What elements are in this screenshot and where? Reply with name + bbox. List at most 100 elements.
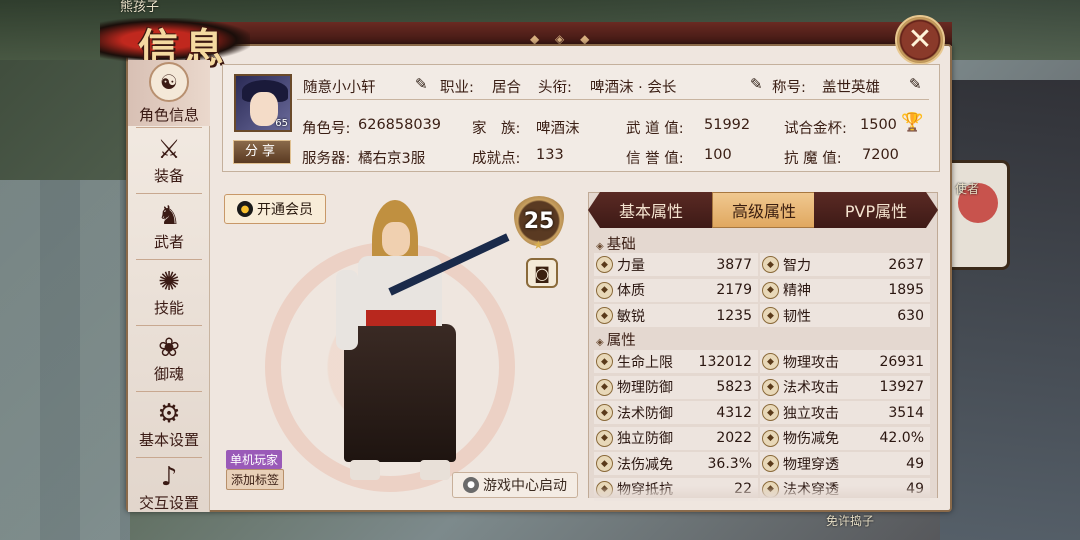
tab-basic-attributes[interactable]: 基本属性 <box>588 192 714 228</box>
family-label: 家 族: <box>472 121 521 137</box>
stat-value: 13927 <box>879 379 924 395</box>
sidebar: ☯ 角色信息 ⚔ 装备 ♞ 武者 ✺ 技能 ❀ 御魂 ⚙ 基本设置 ♪ 交互设置 <box>128 60 210 512</box>
stat-item[interactable]: ◆ 力量 3877 <box>594 253 758 276</box>
stat-item[interactable]: ◆ 物理攻击 26931 <box>760 350 930 373</box>
cup-label: 试合金杯: <box>784 121 847 137</box>
stat-row: ◆ 法伤减免 36.3% ◆ 物理穿透 49 <box>594 452 930 475</box>
character-hakama <box>344 324 456 462</box>
stat-icon: ◆ <box>762 353 779 370</box>
add-tag-button[interactable]: 添加标签 <box>226 469 285 490</box>
avatar[interactable]: 65 <box>234 74 292 132</box>
stat-value: 132012 <box>698 353 752 370</box>
stat-icon: ◆ <box>596 353 613 370</box>
sidebar-item-equipment[interactable]: ⚔ 装备 <box>128 128 210 194</box>
section-attributes-title: 属性 <box>606 333 636 349</box>
stat-name: 法术攻击 <box>783 380 839 396</box>
section-basic-title: 基础 <box>606 237 636 253</box>
character-model[interactable] <box>330 200 510 490</box>
trophy-icon[interactable]: 🏆 <box>901 112 923 133</box>
id-value: 626858039 <box>358 117 442 133</box>
stat-item[interactable]: ◆ 法术攻击 13927 <box>760 375 930 399</box>
stat-item[interactable]: ◆ 韧性 630 <box>760 304 930 327</box>
server-label: 服务器: <box>302 151 351 167</box>
stat-value: 2179 <box>716 282 752 298</box>
stat-name: 独立攻击 <box>783 405 839 422</box>
stat-name: 精神 <box>783 283 811 299</box>
stat-name: 独立防御 <box>617 431 673 447</box>
npc-name-label: 使者 <box>955 182 980 196</box>
window-title: 信息 <box>100 8 250 72</box>
sidebar-item-character[interactable]: ☯ 角色信息 <box>128 60 210 126</box>
stat-item[interactable]: ◆ 敏锐 1235 <box>594 304 758 327</box>
rank-label: 头衔: <box>538 80 572 96</box>
stat-value: 36.3% <box>707 455 752 472</box>
stat-name: 法伤减免 <box>617 456 673 473</box>
edit-name-icon[interactable]: ✎ <box>415 75 428 93</box>
stat-value: 4312 <box>716 404 752 421</box>
achieve-value: 133 <box>536 147 564 163</box>
section-attributes: ◈ 属性 <box>596 329 636 350</box>
stat-value: 1895 <box>888 282 924 298</box>
honor-value: 100 <box>704 147 732 163</box>
id-label: 角色号: <box>302 121 351 137</box>
rank-value: 啤酒沫 · 会长 <box>590 80 677 96</box>
stat-row: ◆ 体质 2179 ◆ 精神 1895 <box>594 278 930 302</box>
stat-name: 体质 <box>617 283 645 299</box>
stat-value: 49 <box>906 455 924 472</box>
wudao-value: 51992 <box>704 117 751 133</box>
stat-name: 智力 <box>783 257 811 274</box>
stat-icon: ◆ <box>596 256 613 273</box>
stat-item[interactable]: ◆ 智力 2637 <box>760 253 930 276</box>
stat-item[interactable]: ◆ 独立防御 2022 <box>594 426 758 450</box>
character-arm <box>336 270 358 350</box>
sidebar-item-label: 装备 <box>153 166 184 185</box>
stat-icon: ◆ <box>596 378 613 396</box>
stat-icon: ◆ <box>762 429 779 447</box>
sidebar-item-soul[interactable]: ❀ 御魂 <box>128 326 210 392</box>
stat-item[interactable]: ◆ 物理穿透 49 <box>760 452 930 475</box>
stat-row: ◆ 生命上限 132012 ◆ 物理攻击 26931 <box>594 350 930 373</box>
stat-icon: ◆ <box>596 429 613 447</box>
character-belt <box>366 310 436 326</box>
level-value: 25 <box>523 208 555 234</box>
stat-item[interactable]: ◆ 物伤减免 42.0% <box>760 426 930 450</box>
stat-item[interactable]: ◆ 物理防御 5823 <box>594 375 758 399</box>
sidebar-item-interaction[interactable]: ♪ 交互设置 <box>128 458 210 512</box>
gear-icon: ⚙ <box>157 398 181 429</box>
stat-icon: ◆ <box>762 307 779 324</box>
vip-button-label: 开通会员 <box>257 202 313 218</box>
vip-button[interactable]: ● 开通会员 <box>224 194 326 224</box>
level-badge: 25 ★ <box>514 196 564 252</box>
character-icon: ☯ <box>149 61 189 102</box>
stat-value: 3514 <box>888 404 924 421</box>
edit-honor-icon[interactable]: ✎ <box>909 75 922 93</box>
sidebar-item-warrior[interactable]: ♞ 武者 <box>128 194 210 260</box>
stat-row: ◆ 独立防御 2022 ◆ 物伤减免 42.0% <box>594 426 930 450</box>
stat-item[interactable]: ◆ 体质 2179 <box>594 278 758 302</box>
sidebar-item-settings[interactable]: ⚙ 基本设置 <box>128 392 210 458</box>
sidebar-item-label: 技能 <box>153 298 184 317</box>
stat-icon: ◆ <box>762 281 779 299</box>
stat-item[interactable]: ◆ 法术防御 4312 <box>594 401 758 424</box>
edit-title-icon[interactable]: ✎ <box>750 75 763 93</box>
stat-item[interactable]: ◆ 生命上限 132012 <box>594 350 758 373</box>
stat-name: 物理防御 <box>617 380 673 396</box>
stat-name: 物理攻击 <box>783 354 839 371</box>
stat-value: 1235 <box>716 307 752 324</box>
share-button[interactable]: 分享 <box>233 140 291 164</box>
game-center-launch-button[interactable]: ● 游戏中心启动 <box>452 472 578 498</box>
close-button[interactable]: ✕ <box>895 15 945 65</box>
background-building <box>940 80 1080 540</box>
tab-pvp-attributes[interactable]: PVP属性 <box>814 192 938 228</box>
stat-item[interactable]: ◆ 法伤减免 36.3% <box>594 452 758 475</box>
stat-item[interactable]: ◆ 精神 1895 <box>760 278 930 302</box>
stat-item[interactable]: ◆ 独立攻击 3514 <box>760 401 930 424</box>
swords-icon: ⚔ <box>157 134 181 165</box>
job-label: 职业: <box>440 80 474 96</box>
sidebar-item-label: 角色信息 <box>138 105 199 124</box>
tab-advanced-attributes[interactable]: 高级属性 <box>712 192 816 228</box>
camera-icon[interactable]: ◙ <box>526 258 558 288</box>
title-value: 盖世英雄 <box>822 80 880 96</box>
sidebar-item-skill[interactable]: ✺ 技能 <box>128 260 210 326</box>
stat-icon: ◆ <box>596 307 613 324</box>
